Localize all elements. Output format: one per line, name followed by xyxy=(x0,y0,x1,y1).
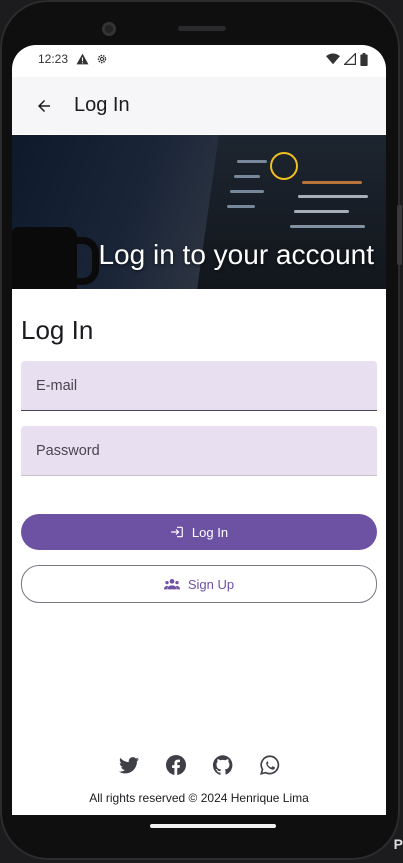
wifi-icon xyxy=(326,53,340,65)
email-field[interactable] xyxy=(21,361,377,411)
login-icon xyxy=(171,526,183,538)
warning-icon xyxy=(76,53,89,65)
github-link[interactable] xyxy=(212,755,233,775)
hero-banner: Log in to your account xyxy=(12,135,386,289)
facebook-link[interactable] xyxy=(165,755,186,775)
earpiece-speaker xyxy=(178,26,226,31)
hero-headline: Log in to your account xyxy=(98,239,374,270)
system-navigation-bar xyxy=(12,815,386,835)
signup-button-label: Sign Up xyxy=(187,576,235,592)
github-icon xyxy=(212,755,232,775)
footer-copyright: All rights reserved © 2024 Henrique Lima xyxy=(89,791,309,805)
form-title: Log In xyxy=(21,315,94,345)
whatsapp-link[interactable] xyxy=(259,755,280,775)
app-bar: Log In xyxy=(12,77,386,134)
password-field[interactable] xyxy=(21,426,377,476)
back-button[interactable] xyxy=(24,86,64,126)
battery-icon xyxy=(360,52,368,66)
app-bar-title: Log In xyxy=(74,94,130,116)
login-button-label: Log In xyxy=(191,524,229,540)
password-input[interactable] xyxy=(21,426,377,475)
facebook-icon xyxy=(165,755,186,775)
group-icon xyxy=(163,579,180,590)
front-camera xyxy=(102,22,116,36)
signup-button[interactable]: Sign Up xyxy=(21,565,377,603)
cellular-icon xyxy=(344,53,356,65)
status-time: 12:23 xyxy=(38,52,69,66)
social-links xyxy=(12,755,386,775)
status-bar: 12:23 xyxy=(12,45,386,73)
app-screen: 12:23 Log In Log in to your account Log … xyxy=(12,45,386,815)
arrow-left-icon xyxy=(38,99,50,112)
home-indicator[interactable] xyxy=(150,824,276,828)
twitter-link[interactable] xyxy=(118,755,139,775)
side-button xyxy=(397,205,402,265)
login-button[interactable]: Log In xyxy=(21,514,377,550)
twitter-icon xyxy=(118,756,139,773)
phone-frame: 12:23 Log In Log in to your account Log … xyxy=(0,0,402,860)
settings-gear-icon xyxy=(97,54,107,64)
background-glyph: P xyxy=(393,836,403,852)
hero-logo-mark xyxy=(270,152,298,180)
email-input[interactable] xyxy=(21,361,377,410)
whatsapp-icon xyxy=(259,755,279,775)
hero-mug-image xyxy=(12,227,77,289)
